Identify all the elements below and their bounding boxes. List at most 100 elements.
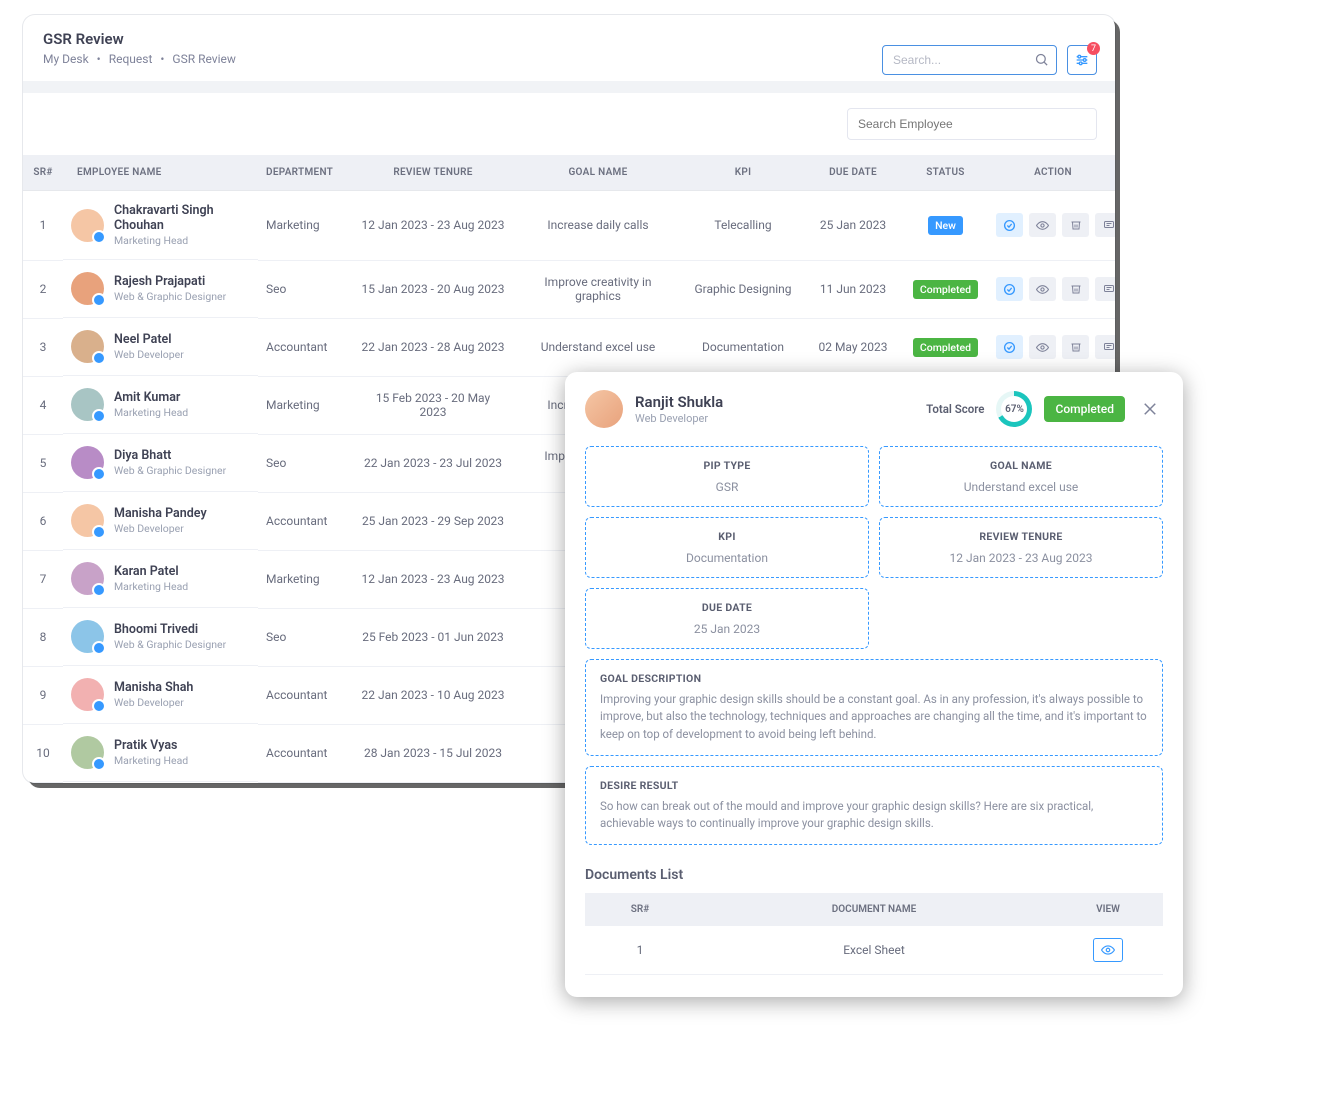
col-status: STATUS xyxy=(903,155,988,191)
col-kpi: KPI xyxy=(683,155,803,191)
pip-type-label: PIP TYPE xyxy=(596,459,858,472)
cell-employee: Diya Bhatt Web & Graphic Designer xyxy=(63,434,258,492)
col-dept: DEPARTMENT xyxy=(258,155,353,191)
cell-dept: Marketing xyxy=(258,191,353,261)
cell-employee: Manisha Pandey Web Developer xyxy=(63,492,258,550)
cell-tenure: 12 Jan 2023 - 23 Aug 2023 xyxy=(353,550,513,608)
doc-col-sr: SR# xyxy=(585,893,695,926)
cell-sr: 8 xyxy=(23,608,63,666)
due-box: DUE DATE 25 Jan 2023 xyxy=(585,588,869,649)
avatar xyxy=(71,678,104,711)
employee-search-input[interactable] xyxy=(847,108,1097,140)
table-header: SR# EMPLOYEE NAME DEPARTMENT REVIEW TENU… xyxy=(23,155,1115,191)
trash-icon[interactable] xyxy=(1062,335,1089,359)
employee-name: Manisha Shah xyxy=(114,680,193,695)
goal-name-value: Understand excel use xyxy=(890,480,1152,494)
tenure-value: 12 Jan 2023 - 23 Aug 2023 xyxy=(890,551,1152,565)
cell-sr: 9 xyxy=(23,666,63,724)
cell-action xyxy=(988,191,1115,261)
cell-action xyxy=(988,260,1115,318)
comment-icon[interactable] xyxy=(1095,213,1115,237)
desire-label: DESIRE RESULT xyxy=(600,779,1148,792)
crumb-0[interactable]: My Desk xyxy=(43,52,89,66)
trash-icon[interactable] xyxy=(1062,213,1089,237)
check-icon[interactable] xyxy=(996,335,1023,359)
cell-kpi: Graphic Designing xyxy=(683,260,803,318)
pip-type-box: PIP TYPE GSR xyxy=(585,446,869,507)
avatar xyxy=(585,390,623,428)
goal-desc-text: Improving your graphic design skills sho… xyxy=(600,691,1148,743)
cell-dept: Seo xyxy=(258,608,353,666)
doc-col-name: DOCUMENT NAME xyxy=(695,893,1053,926)
close-icon[interactable] xyxy=(1137,400,1163,418)
cell-goal: Understand excel use xyxy=(513,318,683,376)
cell-dept: Accountant xyxy=(258,724,353,782)
cell-dept: Seo xyxy=(258,434,353,492)
cell-tenure: 22 Jan 2023 - 10 Aug 2023 xyxy=(353,666,513,724)
avatar xyxy=(71,562,104,595)
employee-role: Marketing Head xyxy=(114,406,188,419)
desire-box: DESIRE RESULT So how can break out of th… xyxy=(585,766,1163,846)
cell-employee: Karan Patel Marketing Head xyxy=(63,550,258,608)
cell-due: 25 Jan 2023 xyxy=(803,191,903,261)
filter-button[interactable]: 7 xyxy=(1067,45,1097,75)
cell-employee: Neel Patel Web Developer xyxy=(63,318,258,376)
employee-role: Marketing Head xyxy=(114,580,188,593)
action-buttons xyxy=(996,277,1115,301)
goal-name-label: GOAL NAME xyxy=(890,459,1152,472)
detail-info-grid: PIP TYPE GSR GOAL NAME Understand excel … xyxy=(585,446,1163,845)
cell-employee: Bhoomi Trivedi Web & Graphic Designer xyxy=(63,608,258,666)
tenure-box: REVIEW TENURE 12 Jan 2023 - 23 Aug 2023 xyxy=(879,517,1163,578)
check-icon[interactable] xyxy=(996,277,1023,301)
cell-dept: Marketing xyxy=(258,550,353,608)
table-row: 2 Rajesh Prajapati Web & Graphic Designe… xyxy=(23,260,1115,318)
employee-name: Karan Patel xyxy=(114,564,188,579)
employee-name: Bhoomi Trivedi xyxy=(114,622,226,637)
col-action: ACTION xyxy=(988,155,1115,191)
employee-name: Pratik Vyas xyxy=(114,738,188,753)
employee-name: Neel Patel xyxy=(114,332,184,347)
doc-view xyxy=(1053,926,1163,975)
col-sr: SR# xyxy=(23,155,63,191)
employee-role: Marketing Head xyxy=(114,234,250,247)
cell-tenure: 15 Feb 2023 - 20 May 2023 xyxy=(353,376,513,434)
due-label: DUE DATE xyxy=(596,601,858,614)
avatar xyxy=(71,330,104,363)
goal-desc-box: GOAL DESCRIPTION Improving your graphic … xyxy=(585,659,1163,756)
avatar xyxy=(71,736,104,769)
comment-icon[interactable] xyxy=(1095,277,1115,301)
eye-icon[interactable] xyxy=(1029,213,1056,237)
goal-name-box: GOAL NAME Understand excel use xyxy=(879,446,1163,507)
search-input[interactable] xyxy=(882,45,1057,75)
cell-dept: Seo xyxy=(258,260,353,318)
employee-role: Web Developer xyxy=(114,348,184,361)
eye-icon[interactable] xyxy=(1029,277,1056,301)
employee-name: Manisha Pandey xyxy=(114,506,207,521)
cell-sr: 5 xyxy=(23,434,63,492)
eye-icon[interactable] xyxy=(1029,335,1056,359)
cell-employee: Amit Kumar Marketing Head xyxy=(63,376,258,434)
employee-role: Web Developer xyxy=(114,522,207,535)
status-badge: Completed xyxy=(913,280,978,299)
view-button[interactable] xyxy=(1093,938,1123,962)
action-buttons xyxy=(996,213,1115,237)
cell-kpi: Telecalling xyxy=(683,191,803,261)
cell-employee: Pratik Vyas Marketing Head xyxy=(63,724,258,782)
employee-role: Web Developer xyxy=(114,696,193,709)
cell-sr: 7 xyxy=(23,550,63,608)
crumb-1[interactable]: Request xyxy=(109,52,153,66)
desire-text: So how can break out of the mould and im… xyxy=(600,798,1148,833)
trash-icon[interactable] xyxy=(1062,277,1089,301)
detail-status-badge: Completed xyxy=(1044,396,1125,422)
cell-tenure: 28 Jan 2023 - 15 Jul 2023 xyxy=(353,724,513,782)
table-row: 1 Chakravarti Singh Chouhan Marketing He… xyxy=(23,191,1115,261)
crumb-2[interactable]: GSR Review xyxy=(172,52,235,66)
kpi-label: KPI xyxy=(596,530,858,543)
search-wrap xyxy=(882,45,1057,75)
check-icon[interactable] xyxy=(996,213,1023,237)
cell-due: 02 May 2023 xyxy=(803,318,903,376)
doc-row: 1 Excel Sheet xyxy=(585,926,1163,975)
cell-sr: 1 xyxy=(23,191,63,261)
comment-icon[interactable] xyxy=(1095,335,1115,359)
cell-employee: Chakravarti Singh Chouhan Marketing Head xyxy=(63,191,258,260)
